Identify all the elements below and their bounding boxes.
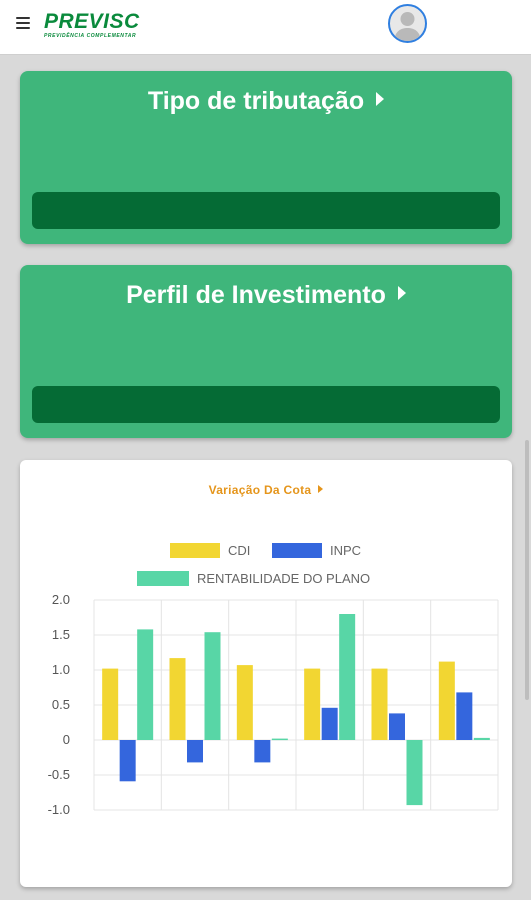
legend-swatch <box>272 543 322 558</box>
user-avatar[interactable] <box>388 4 427 43</box>
scrollbar[interactable] <box>525 440 529 700</box>
legend-swatch <box>137 571 189 586</box>
bar-inpc <box>321 707 338 740</box>
legend-label: RENTABILIDADE DO PLANO <box>197 571 370 586</box>
bar-cdi <box>438 661 455 740</box>
caret-right-icon <box>397 286 406 300</box>
user-silhouette-icon <box>394 12 421 41</box>
legend-label: CDI <box>228 543 250 558</box>
bar-cdi <box>371 668 388 740</box>
y-tick-label: -0.5 <box>48 767 70 782</box>
hamburger-menu-icon[interactable] <box>16 17 30 31</box>
bar-cdi <box>169 658 186 740</box>
brand-tagline: PREVIDÊNCIA COMPLEMENTAR <box>44 33 137 39</box>
tax-type-card-label: Tipo de tributação <box>147 87 365 115</box>
investment-profile-card[interactable]: Perfil de Investimento <box>20 265 512 438</box>
legend-label: INPC <box>330 543 361 558</box>
bar-inpc <box>187 740 203 763</box>
bar-cdi <box>304 668 321 740</box>
quota-variation-card: Variação Da Cota 2.0 1.5 1.0 0.5 0 -0.5 -1.0 CD… <box>20 460 512 887</box>
tax-type-card[interactable]: Tipo de tributação <box>20 71 512 244</box>
bar-rentabilidade-do-plano <box>271 738 288 741</box>
bar-inpc <box>389 713 405 740</box>
caret-right-icon <box>376 92 385 106</box>
y-tick-label: 0.5 <box>52 697 70 712</box>
bar-rentabilidade-do-plano <box>473 737 490 740</box>
bar-cdi <box>102 668 119 740</box>
bar-inpc <box>254 740 271 763</box>
bar-inpc <box>119 740 136 782</box>
bar-rentabilidade-do-plano <box>339 614 356 740</box>
bar-rentabilidade-do-plano <box>406 740 423 806</box>
bar-rentabilidade-do-plano <box>137 629 154 740</box>
bar-cdi <box>236 665 253 740</box>
investment-profile-card-bar <box>32 386 500 423</box>
brand-logo[interactable]: PREVISC PREVIDÊNCIA COMPLEMENTAR <box>44 11 154 45</box>
y-tick-label: 1.5 <box>52 627 70 642</box>
tax-type-card-bar <box>32 192 500 229</box>
y-tick-label: 0 <box>63 732 70 747</box>
investment-profile-card-label: Perfil de Investimento <box>126 281 386 309</box>
y-tick-label: 1.0 <box>52 662 70 677</box>
y-tick-label: 2.0 <box>52 592 70 607</box>
investment-profile-card-title[interactable]: Perfil de Investimento <box>20 281 512 310</box>
quota-variation-chart: 2.0 1.5 1.0 0.5 0 -0.5 -1.0 CDI INPC RENTABILIDAD… <box>48 543 499 817</box>
bar-inpc <box>456 692 473 740</box>
bar-rentabilidade-do-plano <box>204 632 221 740</box>
legend-swatch <box>170 543 220 558</box>
top-bar: PREVISC PREVIDÊNCIA COMPLEMENTAR <box>0 0 531 55</box>
brand-name: PREVISC <box>44 10 140 33</box>
y-tick-label: -1.0 <box>48 802 70 817</box>
tax-type-card-title[interactable]: Tipo de tributação <box>20 87 512 116</box>
